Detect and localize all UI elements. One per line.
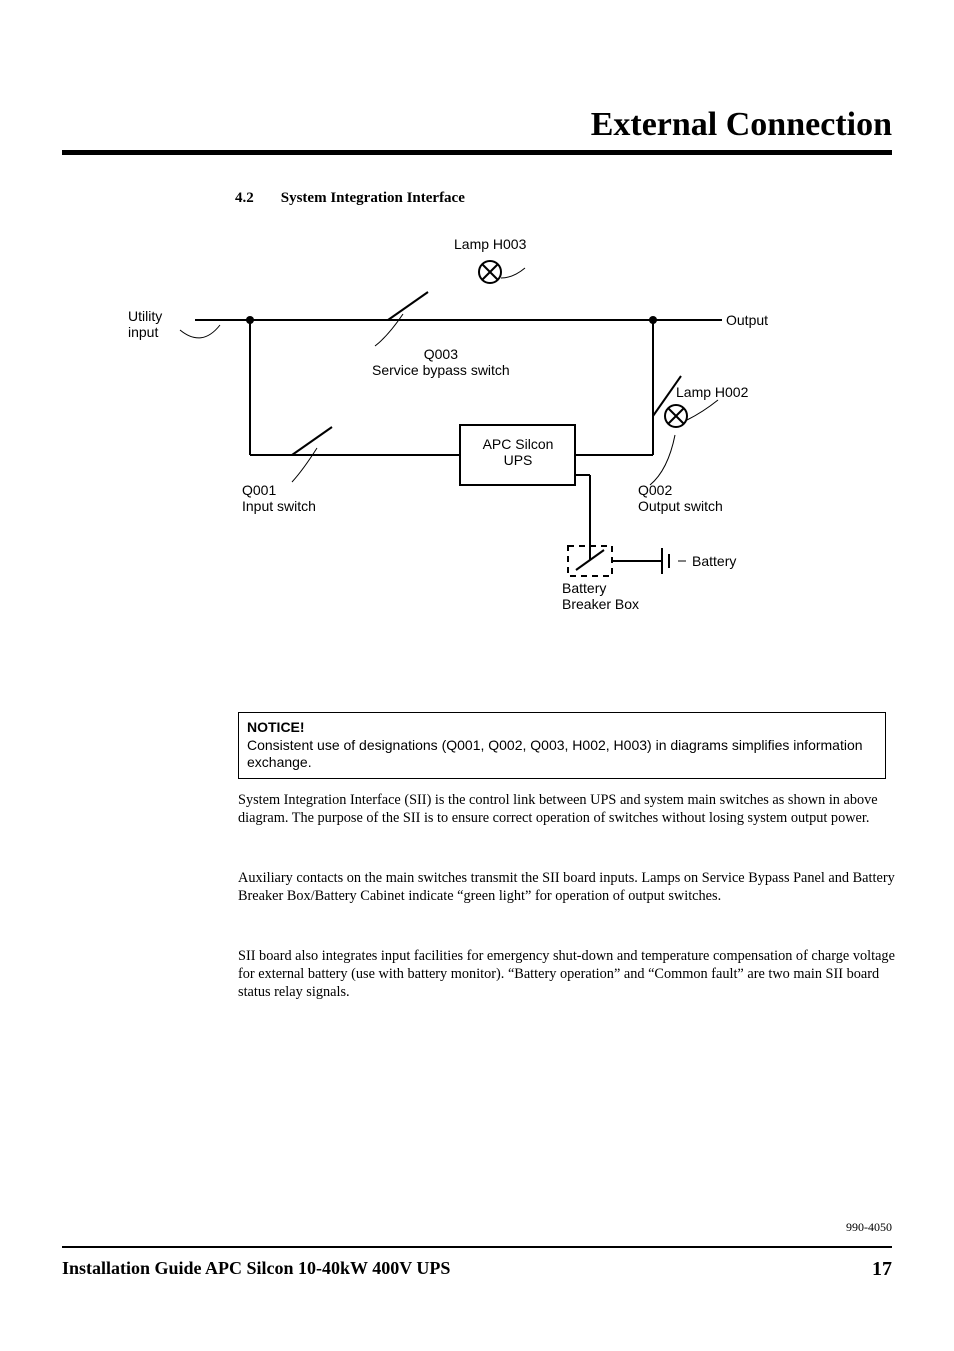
- section-number: 4.2: [235, 190, 277, 207]
- paragraph-2: Auxiliary contacts on the main switches …: [238, 870, 898, 906]
- title-rule: [62, 150, 892, 155]
- paragraph-1: System Integration Interface (SII) is th…: [238, 792, 898, 828]
- q001-label: Q001 Input switch: [242, 482, 316, 514]
- q003-label: Q003 Service bypass switch: [372, 346, 510, 378]
- footer: Installation Guide APC Silcon 10-40kW 40…: [62, 1258, 892, 1279]
- q002-label: Q002 Output switch: [638, 482, 723, 514]
- notice-box: NOTICE! Consistent use of designations (…: [238, 712, 886, 779]
- chapter-title: External Connection: [591, 106, 892, 144]
- utility-input-label: Utility input: [128, 308, 162, 340]
- footer-rule: [62, 1246, 892, 1248]
- footer-title: Installation Guide APC Silcon 10-40kW 40…: [62, 1258, 450, 1278]
- battery-breaker-label: Battery Breaker Box: [562, 580, 639, 612]
- section-title: System Integration Interface: [281, 190, 465, 206]
- ups-label: APC Silcon UPS: [474, 436, 562, 468]
- output-label: Output: [726, 312, 768, 328]
- battery-label: Battery: [692, 553, 736, 569]
- document-number: 990-4050: [846, 1220, 892, 1235]
- page-number: 17: [872, 1258, 892, 1281]
- paragraph-3: SII board also integrates input faciliti…: [238, 948, 898, 1002]
- lamp-h003-label: Lamp H003: [454, 236, 526, 252]
- wiring-diagram: Utility input Output Lamp H003 Q003 Serv…: [120, 230, 780, 680]
- notice-body: Consistent use of designations (Q001, Q0…: [247, 737, 877, 772]
- section-heading: 4.2 System Integration Interface: [235, 190, 465, 207]
- notice-title: NOTICE!: [247, 719, 877, 737]
- lamp-h002-label: Lamp H002: [676, 384, 748, 400]
